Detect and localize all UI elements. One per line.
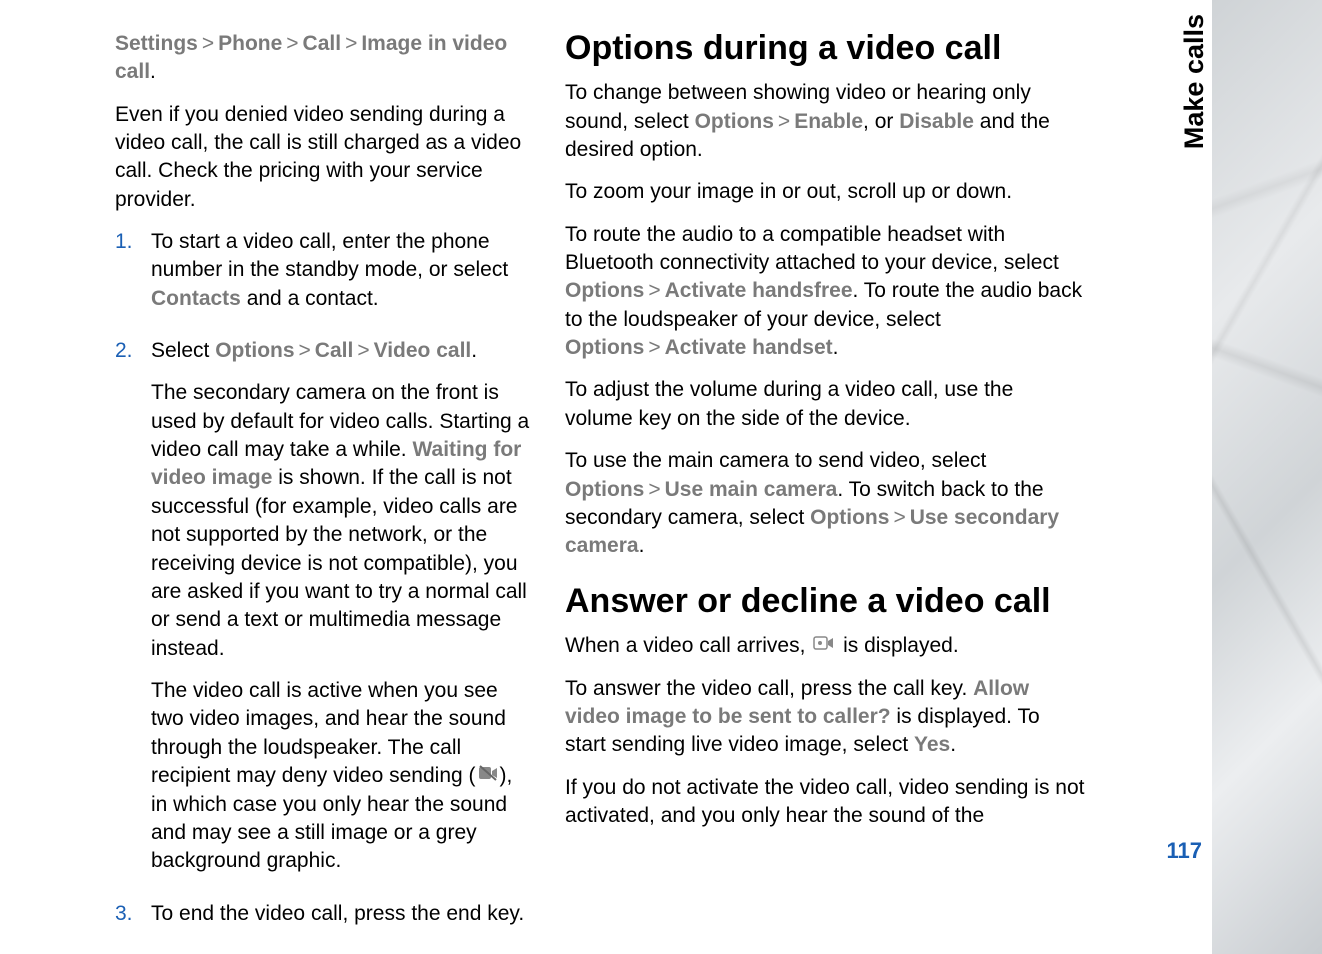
- options-p3: To route the audio to a compatible heads…: [565, 221, 1085, 363]
- disable-label: Disable: [899, 110, 974, 133]
- chevron-right-icon: >: [198, 32, 218, 55]
- call-label: Call: [315, 339, 354, 362]
- text: When a video call arrives,: [565, 634, 811, 657]
- options-p4: To adjust the volume during a video call…: [565, 376, 1085, 433]
- text: The video call is active when you see tw…: [151, 679, 506, 787]
- yes-label: Yes: [914, 733, 950, 756]
- step-1-text: To start a video call, enter the phone n…: [151, 228, 530, 313]
- chevron-right-icon: >: [341, 32, 361, 55]
- text: is displayed.: [837, 634, 958, 657]
- heading-options-during-video-call: Options during a video call: [565, 30, 1085, 67]
- section-tab-label: Make calls: [1179, 14, 1210, 149]
- breadcrumb-call: Call: [303, 32, 342, 55]
- decorative-edge-graphic: [1212, 0, 1322, 954]
- text: Select: [151, 339, 215, 362]
- step-body: To end the video call, press the end key…: [151, 900, 530, 942]
- video-denied-icon: [478, 762, 498, 790]
- options-label: Options: [565, 478, 644, 501]
- step-1: 1. To start a video call, enter the phon…: [115, 228, 530, 327]
- step-2: 2. Select Options>Call>Video call. The s…: [115, 337, 530, 889]
- step-body: To start a video call, enter the phone n…: [151, 228, 530, 327]
- step-number: 2.: [115, 337, 151, 889]
- chevron-right-icon: >: [774, 110, 794, 133]
- steps-list: 1. To start a video call, enter the phon…: [115, 228, 530, 942]
- use-main-camera-label: Use main camera: [665, 478, 838, 501]
- breadcrumb-settings: Settings: [115, 32, 198, 55]
- step-3-text: To end the video call, press the end key…: [151, 900, 530, 928]
- step-2-p2: The secondary camera on the front is use…: [151, 379, 530, 662]
- answer-p3: If you do not activate the video call, v…: [565, 774, 1085, 831]
- chevron-right-icon: >: [644, 279, 664, 302]
- options-label: Options: [565, 336, 644, 359]
- options-p1: To change between showing video or heari…: [565, 79, 1085, 164]
- text: To route the audio to a compatible heads…: [565, 223, 1059, 274]
- answer-p1: When a video call arrives, is displayed.: [565, 632, 1085, 661]
- heading-answer-decline: Answer or decline a video call: [565, 583, 1085, 620]
- text: To use the main camera to send video, se…: [565, 449, 986, 472]
- video-call-icon: [813, 632, 835, 660]
- text: .: [833, 336, 839, 359]
- options-label: Options: [810, 506, 889, 529]
- breadcrumb-phone: Phone: [218, 32, 282, 55]
- chevron-right-icon: >: [644, 478, 664, 501]
- text: To start a video call, enter the phone n…: [151, 230, 508, 281]
- breadcrumb-end: .: [150, 60, 156, 83]
- answer-p2: To answer the video call, press the call…: [565, 675, 1085, 760]
- chevron-right-icon: >: [295, 339, 315, 362]
- step-2-p3: The video call is active when you see tw…: [151, 677, 530, 876]
- text: To answer the video call, press the call…: [565, 677, 973, 700]
- step-3: 3. To end the video call, press the end …: [115, 900, 530, 942]
- left-column: Settings>Phone>Call>Image in video call.…: [0, 30, 530, 954]
- chevron-right-icon: >: [282, 32, 302, 55]
- video-call-label: Video call: [374, 339, 472, 362]
- step-body: Select Options>Call>Video call. The seco…: [151, 337, 530, 889]
- options-p2: To zoom your image in or out, scroll up …: [565, 178, 1085, 206]
- step-2-line1: Select Options>Call>Video call.: [151, 337, 530, 365]
- options-p5: To use the main camera to send video, se…: [565, 447, 1085, 560]
- chevron-right-icon: >: [644, 336, 664, 359]
- text: , or: [863, 110, 899, 133]
- options-label: Options: [565, 279, 644, 302]
- options-label: Options: [695, 110, 774, 133]
- chevron-right-icon: >: [889, 506, 909, 529]
- activate-handsfree-label: Activate handsfree: [665, 279, 853, 302]
- page-number: 117: [1167, 838, 1203, 864]
- intro-paragraph: Even if you denied video sending during …: [115, 101, 530, 214]
- step-number: 3.: [115, 900, 151, 942]
- step-number: 1.: [115, 228, 151, 327]
- text: .: [471, 339, 477, 362]
- activate-handset-label: Activate handset: [665, 336, 833, 359]
- contacts-label: Contacts: [151, 287, 241, 310]
- section-tab: Make calls: [1177, 0, 1212, 954]
- text: is shown. If the call is not successful …: [151, 466, 527, 659]
- breadcrumb: Settings>Phone>Call>Image in video call.: [115, 30, 530, 87]
- options-label: Options: [215, 339, 294, 362]
- page-body: Settings>Phone>Call>Image in video call.…: [0, 0, 1185, 954]
- text: .: [639, 534, 645, 557]
- right-column: Options during a video call To change be…: [555, 30, 1085, 954]
- text: and a contact.: [241, 287, 379, 310]
- text: .: [950, 733, 956, 756]
- chevron-right-icon: >: [353, 339, 373, 362]
- enable-label: Enable: [794, 110, 863, 133]
